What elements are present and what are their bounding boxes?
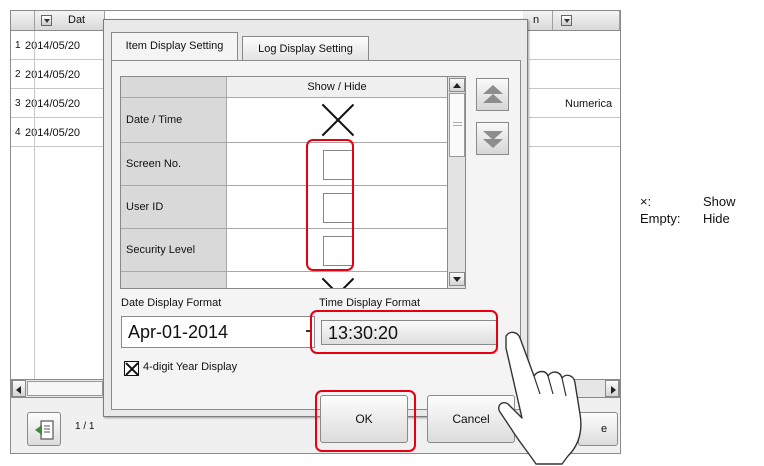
row-extra: Numerica [565, 98, 613, 110]
table-row[interactable]: 1 2014/05/20 [11, 31, 105, 60]
item-label-user-id: User ID [121, 186, 227, 229]
four-digit-year-checkbox[interactable] [124, 361, 139, 376]
back-button[interactable] [27, 412, 61, 446]
legend-hide-key: Empty: [640, 211, 681, 226]
header-date[interactable]: Dat [35, 11, 105, 31]
legend: ×: Show Empty: Hide [640, 194, 760, 234]
column-filter-dropdown[interactable] [41, 15, 52, 26]
grip-line [453, 125, 462, 126]
show-checkbox-partial[interactable] [321, 277, 355, 288]
tab-item-display-setting[interactable]: Item Display Setting [111, 32, 238, 61]
table-row[interactable]: 3 2014/05/20 [11, 89, 105, 118]
column-filter-dropdown[interactable] [561, 15, 572, 26]
hand-pointer-icon [498, 331, 582, 465]
legend-show-key: ×: [640, 194, 652, 209]
date-format-select[interactable]: Apr-01-2014 [121, 316, 315, 348]
legend-hide-value: Hide [703, 211, 730, 226]
arrow-left-icon [16, 386, 21, 394]
scroll-left-button[interactable] [12, 380, 26, 397]
table-row[interactable]: 4 2014/05/20 [11, 118, 105, 147]
item-label-date-time: Date / Time [121, 98, 227, 143]
row-number: 4 [15, 127, 21, 138]
table-cell [529, 31, 620, 60]
scroll-right-button[interactable] [605, 380, 619, 397]
tab-log-display-setting[interactable]: Log Display Setting [242, 36, 369, 61]
time-format-label: Time Display Format [319, 297, 421, 309]
date-format-value: Apr-01-2014 [128, 322, 229, 342]
row-number: 3 [15, 98, 21, 109]
table-cell [529, 118, 620, 147]
arrow-up-icon [453, 83, 461, 88]
back-document-icon [35, 420, 54, 440]
item-table: Show / Hide Date / Time Screen No. User … [120, 76, 466, 289]
hidden-items-highlight [306, 139, 354, 271]
arrow-right-icon [611, 386, 616, 394]
grip-line [453, 122, 462, 123]
scroll-thumb[interactable] [27, 381, 103, 396]
row-number: 1 [15, 40, 21, 51]
header-col-label: n [533, 14, 540, 26]
item-label-screen-no: Screen No. [121, 143, 227, 186]
row-number: 2 [15, 69, 21, 80]
double-down-arrow-icon [483, 131, 503, 148]
item-label-partial [121, 272, 227, 288]
table-cell: Numerica [529, 89, 620, 118]
table-header-show-hide: Show / Hide [227, 77, 447, 98]
page-up-button[interactable] [476, 78, 509, 111]
ok-button-highlight [315, 390, 416, 452]
header-corner [11, 11, 35, 31]
scroll-thumb[interactable] [449, 93, 465, 157]
item-label-security-level: Security Level [121, 229, 227, 272]
date-format-label: Date Display Format [121, 297, 222, 309]
scroll-down-button[interactable] [449, 272, 465, 286]
item-row [227, 98, 447, 143]
show-checkbox-date-time[interactable] [321, 103, 355, 137]
table-row[interactable]: 2 2014/05/20 [11, 60, 105, 89]
time-format-highlight [310, 310, 498, 354]
page-indicator: 1 / 1 [75, 421, 95, 432]
four-digit-year-label: 4-digit Year Display [143, 361, 238, 373]
header-date-label: Dat [68, 14, 86, 26]
scroll-up-button[interactable] [449, 78, 465, 92]
divider [34, 31, 35, 379]
legend-show-value: Show [703, 194, 736, 209]
item-row [227, 272, 447, 288]
table-cell [529, 60, 620, 89]
page-down-button[interactable] [476, 122, 509, 155]
toolbar-right-label: e [601, 423, 608, 435]
arrow-down-icon [453, 277, 461, 282]
header-col-filter[interactable] [553, 11, 620, 31]
vertical-scrollbar[interactable] [447, 77, 465, 288]
table-header-corner [121, 77, 227, 98]
double-up-arrow-icon [483, 85, 503, 103]
